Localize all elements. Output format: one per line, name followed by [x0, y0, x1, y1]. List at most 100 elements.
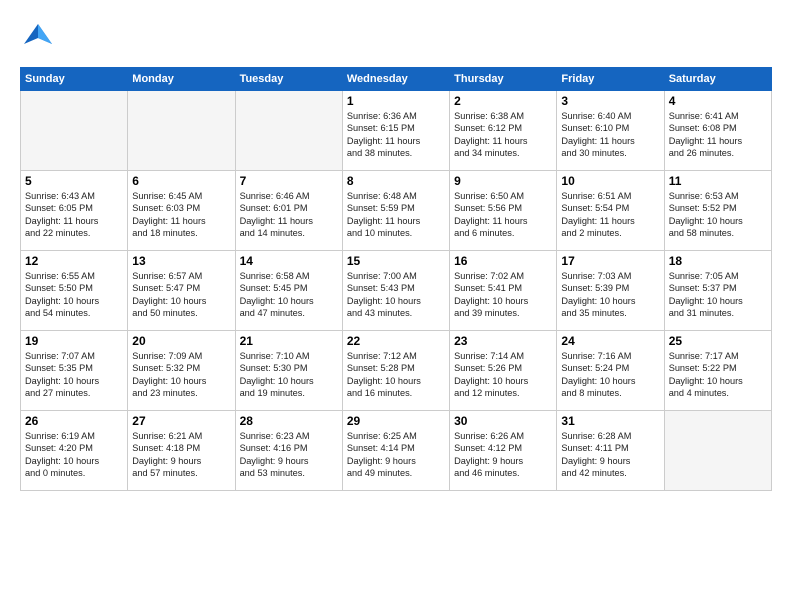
- weekday-header-tuesday: Tuesday: [235, 68, 342, 91]
- day-number: 22: [347, 334, 445, 348]
- day-info: Sunrise: 7:14 AM Sunset: 5:26 PM Dayligh…: [454, 350, 552, 400]
- weekday-header-friday: Friday: [557, 68, 664, 91]
- day-number: 7: [240, 174, 338, 188]
- calendar-cell: 14 Sunrise: 6:58 AM Sunset: 5:45 PM Dayli…: [235, 251, 342, 331]
- calendar-cell: 17 Sunrise: 7:03 AM Sunset: 5:39 PM Dayli…: [557, 251, 664, 331]
- day-number: 6: [132, 174, 230, 188]
- day-number: 19: [25, 334, 123, 348]
- day-number: 29: [347, 414, 445, 428]
- calendar-cell: 13 Sunrise: 6:57 AM Sunset: 5:47 PM Dayli…: [128, 251, 235, 331]
- calendar-cell: 26 Sunrise: 6:19 AM Sunset: 4:20 PM Dayli…: [21, 411, 128, 491]
- calendar-cell: 20Sunrise: 7:09 AM Sunset: 5:32 PM Dayli…: [128, 331, 235, 411]
- calendar-cell: 5 Sunrise: 6:43 AM Sunset: 6:05 PM Daylig…: [21, 171, 128, 251]
- calendar-cell: 9Sunrise: 6:50 AM Sunset: 5:56 PM Daylig…: [450, 171, 557, 251]
- logo-icon: [20, 16, 56, 57]
- day-info: Sunrise: 6:19 AM Sunset: 4:20 PM Dayligh…: [25, 430, 123, 480]
- weekday-header-monday: Monday: [128, 68, 235, 91]
- calendar-table: SundayMondayTuesdayWednesdayThursdayFrid…: [20, 67, 772, 491]
- day-info: Sunrise: 6:28 AM Sunset: 4:11 PM Dayligh…: [561, 430, 659, 480]
- day-info: Sunrise: 6:41 AM Sunset: 6:08 PM Dayligh…: [669, 110, 767, 160]
- day-number: 18: [669, 254, 767, 268]
- day-number: 2: [454, 94, 552, 108]
- calendar-cell: 11 Sunrise: 6:53 AM Sunset: 5:52 PM Dayli…: [664, 171, 771, 251]
- day-number: 4: [669, 94, 767, 108]
- logo: [20, 16, 60, 57]
- calendar-cell: 28Sunrise: 6:23 AM Sunset: 4:16 PM Dayli…: [235, 411, 342, 491]
- calendar-cell: 27 Sunrise: 6:21 AM Sunset: 4:18 PM Dayli…: [128, 411, 235, 491]
- day-info: Sunrise: 6:55 AM Sunset: 5:50 PM Dayligh…: [25, 270, 123, 320]
- day-info: Sunrise: 7:09 AM Sunset: 5:32 PM Dayligh…: [132, 350, 230, 400]
- calendar-cell: 12Sunrise: 6:55 AM Sunset: 5:50 PM Dayli…: [21, 251, 128, 331]
- calendar-week-row: 1Sunrise: 6:36 AM Sunset: 6:15 PM Daylig…: [21, 91, 772, 171]
- calendar-week-row: 12Sunrise: 6:55 AM Sunset: 5:50 PM Dayli…: [21, 251, 772, 331]
- day-info: Sunrise: 6:21 AM Sunset: 4:18 PM Dayligh…: [132, 430, 230, 480]
- calendar-cell: 18 Sunrise: 7:05 AM Sunset: 5:37 PM Dayli…: [664, 251, 771, 331]
- day-info: Sunrise: 6:46 AM Sunset: 6:01 PM Dayligh…: [240, 190, 338, 240]
- day-number: 23: [454, 334, 552, 348]
- day-number: 1: [347, 94, 445, 108]
- calendar-cell: [664, 411, 771, 491]
- day-info: Sunrise: 6:23 AM Sunset: 4:16 PM Dayligh…: [240, 430, 338, 480]
- day-info: Sunrise: 6:43 AM Sunset: 6:05 PM Dayligh…: [25, 190, 123, 240]
- day-number: 13: [132, 254, 230, 268]
- calendar-cell: 31 Sunrise: 6:28 AM Sunset: 4:11 PM Dayli…: [557, 411, 664, 491]
- day-info: Sunrise: 7:03 AM Sunset: 5:39 PM Dayligh…: [561, 270, 659, 320]
- day-info: Sunrise: 6:53 AM Sunset: 5:52 PM Dayligh…: [669, 190, 767, 240]
- page: SundayMondayTuesdayWednesdayThursdayFrid…: [0, 0, 792, 612]
- calendar-header-row: SundayMondayTuesdayWednesdayThursdayFrid…: [21, 68, 772, 91]
- day-info: Sunrise: 6:26 AM Sunset: 4:12 PM Dayligh…: [454, 430, 552, 480]
- calendar-week-row: 26 Sunrise: 6:19 AM Sunset: 4:20 PM Dayli…: [21, 411, 772, 491]
- calendar-cell: [235, 91, 342, 171]
- day-info: Sunrise: 7:17 AM Sunset: 5:22 PM Dayligh…: [669, 350, 767, 400]
- calendar-cell: 21Sunrise: 7:10 AM Sunset: 5:30 PM Dayli…: [235, 331, 342, 411]
- day-number: 27: [132, 414, 230, 428]
- day-info: Sunrise: 6:48 AM Sunset: 5:59 PM Dayligh…: [347, 190, 445, 240]
- day-info: Sunrise: 7:02 AM Sunset: 5:41 PM Dayligh…: [454, 270, 552, 320]
- day-number: 3: [561, 94, 659, 108]
- calendar-cell: 8 Sunrise: 6:48 AM Sunset: 5:59 PM Daylig…: [342, 171, 449, 251]
- calendar-cell: [21, 91, 128, 171]
- day-number: 17: [561, 254, 659, 268]
- day-number: 16: [454, 254, 552, 268]
- day-number: 5: [25, 174, 123, 188]
- calendar-cell: 19 Sunrise: 7:07 AM Sunset: 5:35 PM Dayli…: [21, 331, 128, 411]
- day-info: Sunrise: 6:38 AM Sunset: 6:12 PM Dayligh…: [454, 110, 552, 160]
- day-number: 31: [561, 414, 659, 428]
- day-info: Sunrise: 7:00 AM Sunset: 5:43 PM Dayligh…: [347, 270, 445, 320]
- day-info: Sunrise: 7:16 AM Sunset: 5:24 PM Dayligh…: [561, 350, 659, 400]
- calendar-cell: 15Sunrise: 7:00 AM Sunset: 5:43 PM Dayli…: [342, 251, 449, 331]
- day-number: 25: [669, 334, 767, 348]
- day-info: Sunrise: 6:25 AM Sunset: 4:14 PM Dayligh…: [347, 430, 445, 480]
- calendar-cell: 22 Sunrise: 7:12 AM Sunset: 5:28 PM Dayli…: [342, 331, 449, 411]
- day-info: Sunrise: 7:07 AM Sunset: 5:35 PM Dayligh…: [25, 350, 123, 400]
- calendar-week-row: 19 Sunrise: 7:07 AM Sunset: 5:35 PM Dayli…: [21, 331, 772, 411]
- day-number: 9: [454, 174, 552, 188]
- calendar-cell: 24Sunrise: 7:16 AM Sunset: 5:24 PM Dayli…: [557, 331, 664, 411]
- calendar-cell: [128, 91, 235, 171]
- header: [20, 16, 772, 57]
- weekday-header-sunday: Sunday: [21, 68, 128, 91]
- day-number: 11: [669, 174, 767, 188]
- day-number: 26: [25, 414, 123, 428]
- day-info: Sunrise: 7:12 AM Sunset: 5:28 PM Dayligh…: [347, 350, 445, 400]
- calendar-cell: 25 Sunrise: 7:17 AM Sunset: 5:22 PM Dayli…: [664, 331, 771, 411]
- weekday-header-thursday: Thursday: [450, 68, 557, 91]
- calendar-cell: 30Sunrise: 6:26 AM Sunset: 4:12 PM Dayli…: [450, 411, 557, 491]
- day-number: 14: [240, 254, 338, 268]
- day-info: Sunrise: 6:57 AM Sunset: 5:47 PM Dayligh…: [132, 270, 230, 320]
- day-number: 10: [561, 174, 659, 188]
- calendar-cell: 4 Sunrise: 6:41 AM Sunset: 6:08 PM Daylig…: [664, 91, 771, 171]
- calendar-cell: 1Sunrise: 6:36 AM Sunset: 6:15 PM Daylig…: [342, 91, 449, 171]
- day-number: 8: [347, 174, 445, 188]
- calendar-cell: 16 Sunrise: 7:02 AM Sunset: 5:41 PM Dayli…: [450, 251, 557, 331]
- calendar-week-row: 5 Sunrise: 6:43 AM Sunset: 6:05 PM Daylig…: [21, 171, 772, 251]
- day-number: 21: [240, 334, 338, 348]
- day-info: Sunrise: 6:45 AM Sunset: 6:03 PM Dayligh…: [132, 190, 230, 240]
- day-info: Sunrise: 7:05 AM Sunset: 5:37 PM Dayligh…: [669, 270, 767, 320]
- day-info: Sunrise: 6:51 AM Sunset: 5:54 PM Dayligh…: [561, 190, 659, 240]
- calendar-cell: 10 Sunrise: 6:51 AM Sunset: 5:54 PM Dayli…: [557, 171, 664, 251]
- day-info: Sunrise: 6:40 AM Sunset: 6:10 PM Dayligh…: [561, 110, 659, 160]
- calendar-cell: 29 Sunrise: 6:25 AM Sunset: 4:14 PM Dayli…: [342, 411, 449, 491]
- calendar-cell: 6 Sunrise: 6:45 AM Sunset: 6:03 PM Daylig…: [128, 171, 235, 251]
- day-info: Sunrise: 6:58 AM Sunset: 5:45 PM Dayligh…: [240, 270, 338, 320]
